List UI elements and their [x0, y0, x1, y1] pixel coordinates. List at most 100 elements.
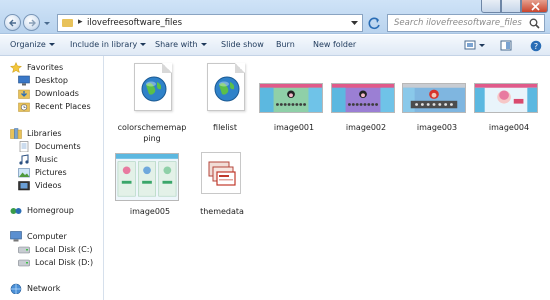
- sidebar-item-local-disk-c[interactable]: Local Disk (C:): [18, 243, 93, 256]
- sidebar-item-label: Desktop: [35, 76, 68, 85]
- libraries-icon: [10, 128, 22, 139]
- sidebar-item-label: Favorites: [27, 63, 64, 72]
- desktop-icon: [18, 75, 30, 86]
- documents-icon: [19, 141, 29, 152]
- file-name: image004: [488, 123, 530, 132]
- sidebar-item-favorites[interactable]: Favorites: [10, 61, 63, 74]
- share-with-button[interactable]: Share with: [155, 40, 207, 49]
- file-name: image005: [129, 207, 171, 216]
- music-icon: [19, 154, 29, 165]
- file-thumbnail: [117, 58, 187, 120]
- file-name: image002: [345, 123, 387, 132]
- image-thumbnail: [259, 83, 323, 113]
- hard-disk-icon: [18, 246, 30, 254]
- folder-icon: [62, 19, 73, 27]
- sidebar-item-music[interactable]: Music: [18, 153, 58, 166]
- sidebar-item-pictures[interactable]: Pictures: [18, 166, 67, 179]
- slide-show-button[interactable]: Slide show: [221, 40, 264, 49]
- sidebar-item-label: Pictures: [35, 168, 67, 177]
- chevron-down-icon: [200, 43, 207, 46]
- include-in-library-button[interactable]: Include in library: [70, 40, 147, 49]
- search-input[interactable]: Search ilovefreesoftware_files: [394, 18, 522, 28]
- sidebar-item-videos[interactable]: Videos: [18, 179, 62, 192]
- file-list: colorschememapping filelist image001 ima…: [105, 56, 550, 300]
- file-name: filelist: [213, 123, 237, 132]
- file-name: themedata: [200, 207, 244, 216]
- sidebar-item-label: Network: [27, 284, 61, 293]
- organize-label: Organize: [10, 40, 46, 49]
- chevron-down-icon: [140, 43, 147, 46]
- sidebar-item-homegroup[interactable]: Homegroup: [10, 204, 74, 217]
- file-thumbnail: [474, 58, 544, 120]
- downloads-icon: [18, 89, 30, 99]
- sidebar-item-desktop[interactable]: Desktop: [18, 74, 68, 87]
- maximize-button[interactable]: [501, 0, 521, 13]
- file-thumbnail: [187, 142, 257, 204]
- sidebar-item-label: Local Disk (D:): [35, 258, 94, 267]
- sidebar-item-recent-places[interactable]: Recent Places: [18, 100, 91, 113]
- sidebar-item-label: Music: [35, 155, 58, 164]
- navigation-pane: Favorites Desktop Downloads Recent Place…: [0, 56, 104, 300]
- svg-text:?: ?: [534, 42, 538, 51]
- image-thumbnail: [115, 153, 179, 201]
- videos-icon: [18, 181, 30, 191]
- forward-arrow-icon: [29, 19, 36, 27]
- chevron-down-icon[interactable]: [351, 20, 358, 26]
- file-name: colorschememapping: [117, 123, 187, 143]
- hard-disk-icon: [18, 259, 30, 267]
- close-button[interactable]: [521, 0, 548, 13]
- preview-pane-button[interactable]: [500, 40, 512, 51]
- sidebar-item-downloads[interactable]: Downloads: [18, 87, 79, 100]
- sidebar-item-network[interactable]: Network: [10, 282, 60, 295]
- sidebar-item-local-disk-d[interactable]: Local Disk (D:): [18, 256, 93, 269]
- refresh-button[interactable]: [366, 15, 383, 31]
- image-thumbnail: [331, 83, 395, 113]
- chevron-down-icon: [48, 43, 55, 46]
- sidebar-item-label: Downloads: [35, 89, 79, 98]
- file-thumbnail: [115, 142, 185, 204]
- minimize-button[interactable]: [481, 0, 501, 13]
- pictures-icon: [18, 168, 30, 178]
- close-icon: [531, 2, 540, 11]
- image-thumbnail: [474, 83, 538, 113]
- search-box[interactable]: Search ilovefreesoftware_files: [387, 14, 545, 32]
- change-view-button[interactable]: [464, 40, 486, 51]
- address-bar[interactable]: ▸ ilovefreesoftware_files: [57, 14, 363, 32]
- homegroup-icon: [10, 208, 22, 214]
- sidebar-item-label: Local Disk (C:): [35, 245, 93, 254]
- file-name: image003: [416, 123, 458, 132]
- file-name: image001: [273, 123, 315, 132]
- back-button[interactable]: [4, 14, 21, 31]
- sidebar-item-label: Videos: [35, 181, 62, 190]
- breadcrumb-separator-icon[interactable]: ▸: [78, 17, 83, 27]
- sidebar-item-computer[interactable]: Computer: [10, 230, 67, 243]
- sidebar-item-label: Recent Places: [35, 102, 91, 111]
- web-document-icon: [207, 63, 245, 111]
- back-arrow-icon: [9, 19, 16, 27]
- recent-pages-dropdown[interactable]: [43, 20, 51, 28]
- star-icon: [10, 62, 22, 73]
- search-icon[interactable]: [529, 18, 540, 29]
- sidebar-item-label: Libraries: [27, 129, 62, 138]
- sidebar-item-libraries[interactable]: Libraries: [10, 127, 62, 140]
- organize-button[interactable]: Organize: [10, 40, 55, 49]
- breadcrumb-current[interactable]: ilovefreesoftware_files: [87, 18, 182, 28]
- file-thumbnail: [190, 58, 260, 120]
- share-with-label: Share with: [155, 40, 198, 49]
- recent-places-icon: [18, 102, 30, 112]
- image-thumbnail: [402, 83, 466, 113]
- command-bar: Organize Include in library Share with S…: [0, 35, 550, 56]
- help-icon[interactable]: ?: [530, 40, 542, 52]
- file-thumbnail: [331, 58, 401, 120]
- forward-button[interactable]: [23, 14, 40, 31]
- sidebar-item-documents[interactable]: Documents: [18, 140, 81, 153]
- theme-file-icon: [201, 152, 241, 194]
- file-thumbnail: [402, 58, 472, 120]
- computer-icon: [10, 231, 22, 242]
- sidebar-item-label: Documents: [35, 142, 81, 151]
- sidebar-item-label: Computer: [27, 232, 67, 241]
- burn-button[interactable]: Burn: [276, 40, 295, 49]
- sidebar-item-label: Homegroup: [27, 206, 74, 215]
- file-thumbnail: [259, 58, 329, 120]
- new-folder-button[interactable]: New folder: [313, 40, 356, 49]
